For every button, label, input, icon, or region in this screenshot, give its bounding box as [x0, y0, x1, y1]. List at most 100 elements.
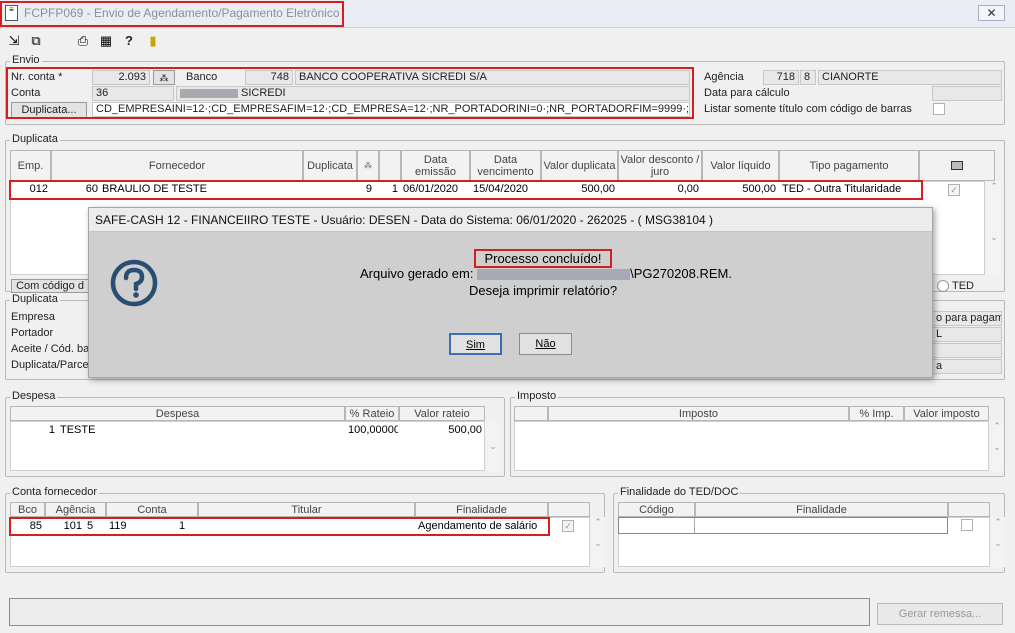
col-liquido[interactable]: Valor líquido [702, 150, 779, 181]
yes-button[interactable]: Sim [449, 333, 502, 355]
col-fav[interactable] [548, 502, 590, 517]
despesa-scrollbar[interactable]: ⌄ [486, 421, 500, 471]
col-emp[interactable]: Emp. [10, 150, 51, 181]
col-bco[interactable]: Bco [10, 502, 45, 517]
col-codigo[interactable]: Código [618, 502, 695, 517]
col-fornecedor[interactable]: Fornecedor [51, 150, 303, 181]
duplicata-scrollbar[interactable]: ⌃ ⌄ [987, 181, 1001, 275]
door-icon[interactable]: ▮ [145, 33, 161, 49]
envio-label: Envio [10, 54, 42, 66]
cell-liquido: 500,00 [742, 183, 776, 195]
cell-parcela: 1 [391, 183, 398, 195]
data-calculo-field[interactable] [932, 86, 1002, 101]
cell-forn-code: 60 [85, 183, 98, 195]
close-button[interactable]: ✕ [978, 5, 1005, 21]
gerar-remessa-button[interactable]: Gerar remessa... [877, 603, 1003, 625]
dialog-line2: Arquivo gerado em: \PG270208.REM. [360, 266, 732, 281]
calculator-icon[interactable]: ▦ [98, 33, 114, 49]
refresh-icon[interactable]: ⧉ [28, 33, 44, 49]
cell-tipo: TED - Outra Titularidade [782, 183, 902, 195]
filter-field: CD_EMPRESAINI=12·;CD_EMPRESAFIM=12·;CD_E… [92, 102, 690, 117]
cell-desconto: 0,00 [677, 183, 699, 195]
nr-conta-field[interactable]: 2.093 [92, 70, 150, 85]
conta-field[interactable]: 36 [92, 86, 174, 101]
imposto-grid-body [514, 421, 989, 471]
parcela-label: Duplicata/Parce [11, 359, 89, 371]
search-icon: ⁂ [159, 73, 169, 83]
question-icon [109, 258, 159, 308]
cell-finalidade: Agendamento de salário [418, 520, 538, 532]
duplicata-detail-label: Duplicata [10, 293, 60, 305]
finalidade-divider [694, 518, 695, 533]
cell-ag-digit: 5 [87, 520, 94, 532]
col-rateio[interactable]: % Rateio [345, 406, 399, 421]
detail-field-3 [932, 343, 1002, 358]
finalidade-row[interactable] [618, 517, 948, 534]
print-icon[interactable]: ⎙ [75, 33, 91, 49]
pagamento-field: o para pagame [932, 311, 1002, 326]
agencia-field: 718 [763, 70, 799, 85]
help-icon[interactable]: ? [121, 33, 137, 49]
col-imposto-code[interactable] [514, 406, 548, 421]
col-finalidade[interactable]: Finalidade [415, 502, 548, 517]
dialog-line2-suffix: \PG270208.REM. [630, 266, 732, 281]
cell-valor: 500,00 [581, 183, 615, 195]
col-tipo[interactable]: Tipo pagamento [779, 150, 919, 181]
redacted-block [180, 88, 238, 98]
col-finalidade-ted[interactable]: Finalidade [695, 502, 948, 517]
col-titular[interactable]: Titular [198, 502, 415, 517]
col-valor-rateio[interactable]: Valor rateio [399, 406, 485, 421]
imposto-scrollbar[interactable]: ⌃ ⌄ [990, 421, 1004, 471]
col-emissao[interactable]: Data emissão [401, 150, 470, 181]
conta-row-checkbox[interactable]: ✓ [562, 520, 574, 532]
agencia-digit-field: 8 [800, 70, 816, 85]
com-codigo-button[interactable]: Com código d [11, 279, 89, 293]
aceite-label: Aceite / Cód. ba [11, 343, 90, 355]
cell-bco: 85 [29, 520, 42, 532]
conta-name-field: SICREDI [176, 86, 690, 101]
cell-emp: 012 [29, 183, 48, 195]
duplicata-button[interactable]: Duplicata... [11, 102, 87, 118]
search-button[interactable]: ⁂ [153, 70, 175, 85]
col-imp-pct[interactable]: % Imp. [849, 406, 904, 421]
cell-duplicata: 9 [365, 183, 372, 195]
conta-label: Conta [11, 87, 41, 99]
col-valor[interactable]: Valor duplicata [541, 150, 618, 181]
detail-field-2: L [932, 327, 1002, 342]
col-duplicata[interactable]: Duplicata [303, 150, 357, 181]
col-imposto[interactable]: Imposto [548, 406, 849, 421]
exit-icon[interactable]: ⇲ [6, 33, 22, 49]
col-sort[interactable]: ⁂ [357, 150, 379, 181]
col-ted-check[interactable] [948, 502, 990, 517]
portador-label: Portador [11, 327, 54, 339]
conta-fornecedor-label: Conta fornecedor [10, 486, 99, 498]
cell-agencia: 101 [63, 520, 82, 532]
col-vencimento[interactable]: Data vencimento [470, 150, 541, 181]
banco-name-field: BANCO COOPERATIVA SICREDI S/A [295, 70, 690, 85]
finalidade-checkbox[interactable] [961, 519, 973, 531]
ted-radio[interactable] [937, 280, 949, 292]
app-icon: ≡ [5, 5, 18, 21]
dialog-title: SAFE-CASH 12 - FINANCEIIRO TESTE - Usuár… [89, 208, 932, 232]
confirm-dialog: SAFE-CASH 12 - FINANCEIIRO TESTE - Usuár… [88, 207, 933, 378]
banco-label: Banco [186, 71, 218, 83]
redacted-path [477, 269, 631, 281]
row-checkbox[interactable]: ✓ [948, 184, 960, 196]
barcode-only-checkbox[interactable] [933, 103, 945, 115]
cell-forn-name: BRAULIO DE TESTE [102, 183, 207, 195]
window-titlebar: ≡ FCPFP069 - Envio de Agendamento/Pagame… [0, 0, 1015, 28]
col-agencia[interactable]: Agência [45, 502, 106, 517]
col-conta[interactable]: Conta [106, 502, 198, 517]
no-button[interactable]: Não [519, 333, 572, 355]
window-title: FCPFP069 - Envio de Agendamento/Pagament… [24, 6, 340, 20]
finalidade-scrollbar[interactable]: ⌃ ⌄ [991, 517, 1005, 567]
empresa-label: Empresa [11, 311, 56, 323]
conta-scrollbar[interactable]: ⌃ ⌄ [591, 517, 605, 567]
col-despesa[interactable]: Despesa [10, 406, 345, 421]
col-valor-imposto[interactable]: Valor imposto [904, 406, 989, 421]
col-desconto[interactable]: Valor desconto / juro [618, 150, 702, 181]
col-select-all[interactable] [919, 150, 995, 181]
ted-label: TED [952, 280, 974, 292]
col-parcela[interactable] [379, 150, 401, 181]
agencia-name-field: CIANORTE [818, 70, 1002, 85]
